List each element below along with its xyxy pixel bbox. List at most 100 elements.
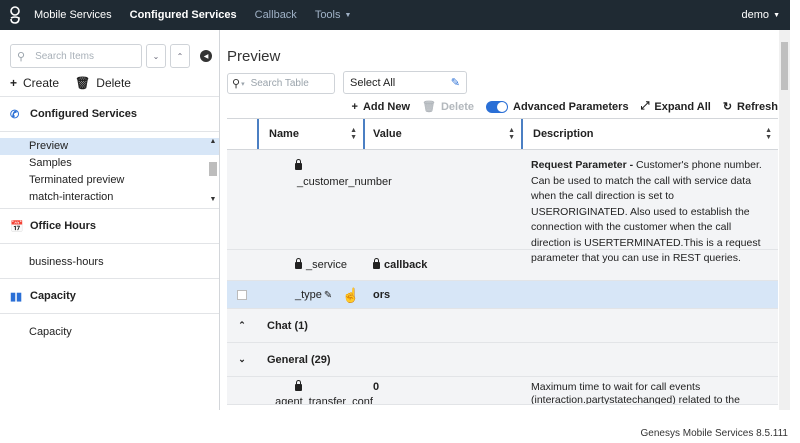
lock-icon — [295, 258, 302, 269]
plus-icon: + — [351, 100, 358, 113]
chevron-down-icon[interactable]: ⌄ — [227, 354, 257, 365]
scroll-down-icon[interactable]: ▼ — [207, 196, 219, 206]
group-label: Chat (1) — [267, 319, 308, 332]
sidebar-scrollbar[interactable]: ▲ ▼ — [207, 138, 219, 206]
row-value: callback — [363, 258, 521, 271]
add-new-button[interactable]: + Add New — [352, 101, 411, 113]
table-toolbar: + Add New 🗑 Delete Advanced Parameters ⤢ Ex… — [340, 100, 779, 113]
sidebar-item-capacity[interactable]: Capacity — [0, 324, 219, 341]
advanced-parameters-toggle[interactable]: Advanced Parameters — [486, 100, 629, 113]
header-description[interactable]: Description ▲ ▼ — [521, 119, 778, 149]
header-value[interactable]: Value ▲ ▼ — [363, 119, 521, 149]
expand-all-label: Expand All — [654, 100, 711, 113]
user-menu[interactable]: demo ▼ — [742, 9, 780, 21]
table-header: Name ▲ ▼ Value ▲ ▼ Description ▲ ▼ — [227, 118, 778, 150]
app-name: Mobile Services — [34, 9, 112, 21]
header-name[interactable]: Name ▲ ▼ — [257, 119, 363, 149]
section-header[interactable]: ▮▮ Capacity — [0, 279, 219, 313]
parameters-table: Name ▲ ▼ Value ▲ ▼ Description ▲ ▼ _customer_n… — [227, 118, 778, 405]
table-search-placeholder: Search Table — [250, 78, 309, 89]
sidebar-search-row: ⚲ Search Items ⌄ ⌃ ◀ — [10, 44, 212, 68]
row-name: _service — [257, 258, 363, 271]
section-title: Capacity — [30, 290, 76, 302]
sidebar-item-terminated-preview[interactable]: Terminated preview — [0, 172, 219, 189]
add-new-label: Add New — [362, 100, 410, 113]
section-office-hours: 📅 Office Hours business-hours — [0, 208, 219, 279]
chevron-down-icon: ▼ — [773, 11, 780, 19]
collapse-up-button[interactable]: ⌃ — [170, 44, 190, 68]
chevron-down-icon: ▼ — [344, 11, 352, 19]
delete-button[interactable]: 🗑 Delete — [75, 76, 131, 90]
lock-icon — [373, 258, 380, 269]
capacity-icon: ▮▮ — [10, 290, 23, 303]
group-row-general[interactable]: ⌄ General (29) — [227, 343, 778, 377]
delete-row-label: Delete — [440, 100, 474, 113]
sidebar-item-business-hours[interactable]: business-hours — [0, 254, 219, 271]
nav-tools[interactable]: Tools ▼ — [315, 9, 352, 21]
sort-icon: ▲ ▼ — [508, 127, 515, 141]
plus-icon: + — [10, 76, 18, 90]
section-header[interactable]: ✆ Configured Services — [0, 97, 219, 131]
group-row-chat[interactable]: ⌃ Chat (1) — [227, 309, 778, 343]
refresh-icon: ↻ — [722, 101, 733, 113]
table-row-selected[interactable]: _type ✎ ors — [227, 281, 778, 309]
row-description-bold: Request Parameter - — [531, 159, 634, 171]
scroll-thumb[interactable] — [781, 42, 788, 90]
header-select — [227, 119, 257, 149]
chevron-down-icon: ⌄ — [152, 51, 160, 61]
row-value[interactable]: ors — [363, 289, 521, 301]
sidebar-item-preview[interactable]: Preview — [0, 138, 219, 155]
sidebar-item-match-interaction[interactable]: match-interaction — [0, 189, 219, 206]
section-configured-services: ✆ Configured Services Preview Samples Ter… — [0, 96, 219, 213]
pencil-icon: ✎ — [450, 77, 460, 89]
row-value: 0 — [373, 381, 380, 393]
scroll-thumb[interactable] — [209, 162, 217, 176]
trash-icon: 🗑 — [75, 76, 91, 90]
sidebar-search-input[interactable]: ⚲ Search Items — [10, 44, 142, 68]
row-name-text: _service — [306, 259, 347, 271]
nav-configured-services[interactable]: Configured Services — [130, 9, 237, 21]
row-description: Request Parameter - Customer's phone num… — [521, 150, 778, 264]
table-row[interactable]: _customer_number Request Parameter - Cus… — [227, 150, 778, 264]
section-header[interactable]: 📅 Office Hours — [0, 209, 219, 243]
chevron-up-icon[interactable]: ⌃ — [227, 320, 257, 331]
lock-icon — [295, 159, 302, 170]
row-description: Maximum time to wait for call events (in… — [531, 381, 740, 405]
main-scrollbar[interactable] — [779, 30, 790, 410]
nav-tools-label: Tools — [314, 9, 341, 21]
create-button[interactable]: + Create — [10, 76, 59, 90]
pencil-icon[interactable]: ✎ — [324, 290, 332, 301]
chevron-down-icon: ▾ — [241, 80, 245, 88]
lock-icon — [295, 380, 302, 391]
select-all-dropdown[interactable]: Select All ✎ — [343, 71, 467, 94]
collapse-sidebar-icon[interactable]: ◀ — [200, 50, 212, 62]
section-title: Configured Services — [30, 108, 137, 120]
sidebar-search-placeholder: Search Items — [35, 50, 94, 62]
expand-all-button[interactable]: ⤢ Expand All — [641, 100, 711, 113]
row-checkbox[interactable] — [237, 289, 247, 300]
page-title: Preview — [227, 48, 281, 65]
nav-callback[interactable]: Callback — [255, 9, 297, 21]
row-name-text: _customer_number — [297, 176, 392, 188]
table-search-input[interactable]: ⚲ ▾ Search Table — [227, 73, 335, 94]
main-panel: Preview ⚲ ▾ Search Table Select All ✎ + Ad… — [221, 30, 790, 410]
refresh-button[interactable]: ↻ Refresh — [722, 100, 778, 114]
row-name: _agent_transfer_conf — [257, 380, 373, 404]
sidebar-item-samples[interactable]: Samples — [0, 155, 219, 172]
advanced-parameters-label: Advanced Parameters — [513, 100, 629, 113]
scroll-up-icon[interactable]: ▲ — [207, 138, 219, 148]
delete-row-button[interactable]: 🗑 Delete — [422, 100, 474, 114]
table-row[interactable]: _agent_transfer_conf 0 Maximum time to w… — [227, 377, 778, 405]
top-nav-bar: Mobile Services Configured Services Call… — [0, 0, 790, 30]
section-capacity: ▮▮ Capacity Capacity — [0, 278, 219, 349]
header-name-label: Name — [269, 128, 299, 140]
header-value-label: Value — [373, 128, 402, 140]
sidebar: ⚲ Search Items ⌄ ⌃ ◀ + Create 🗑 Delete ✆ Co… — [0, 30, 220, 410]
phone-icon: ✆ — [10, 108, 20, 121]
row-select[interactable] — [227, 289, 257, 300]
expand-down-button[interactable]: ⌄ — [146, 44, 166, 68]
row-value — [363, 150, 521, 249]
row-select — [227, 150, 257, 249]
calendar-icon: 📅 — [10, 220, 24, 233]
sort-icon: ▲ ▼ — [350, 127, 357, 141]
